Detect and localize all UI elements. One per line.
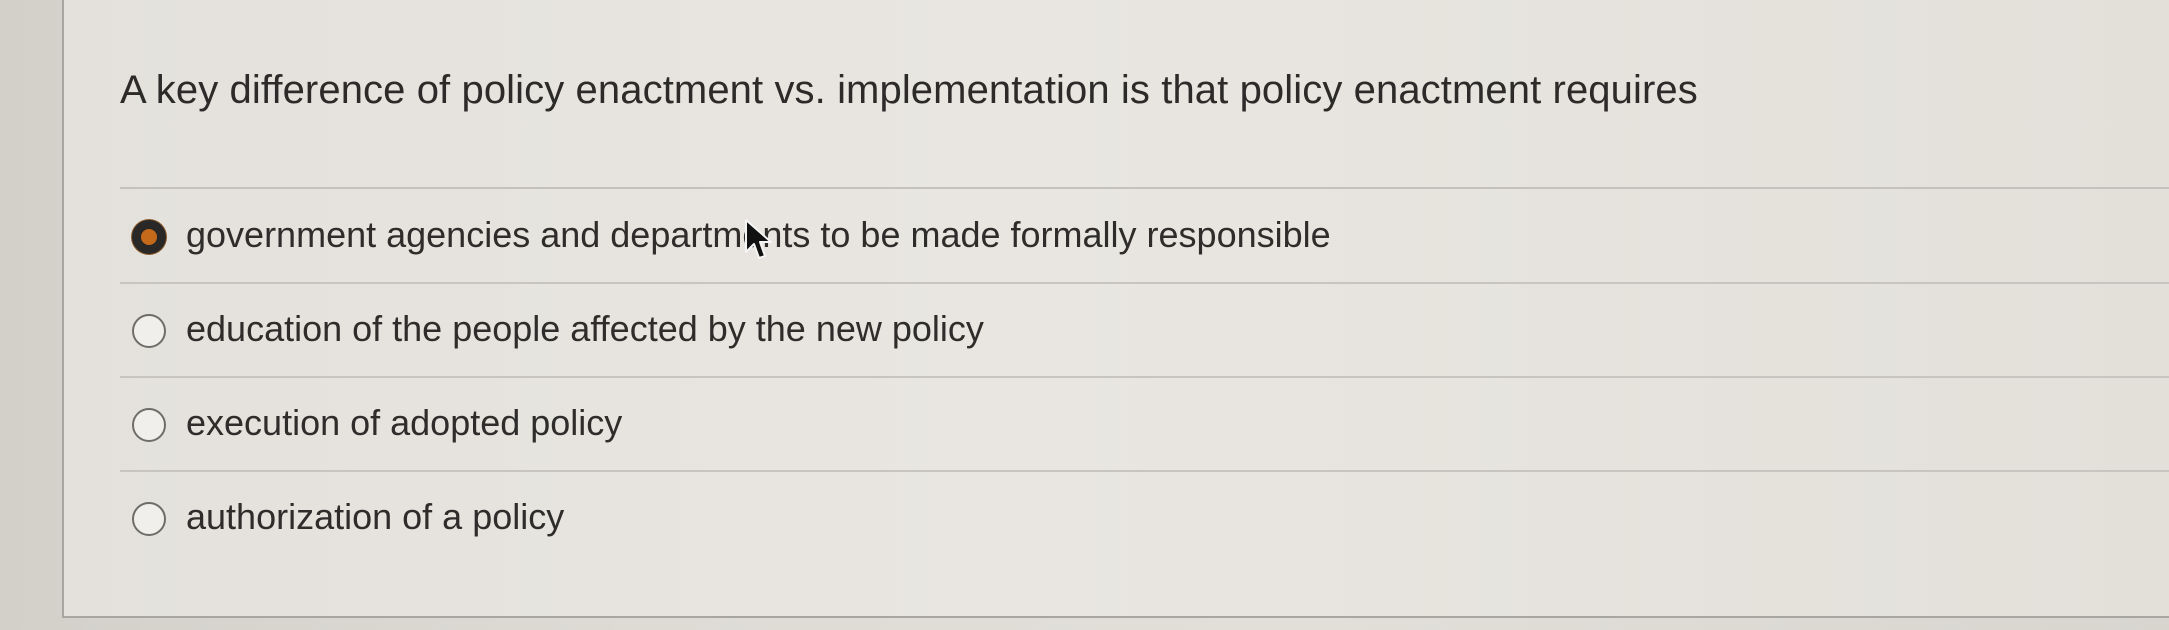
mouse-pointer-icon [745,219,772,259]
answer-label[interactable]: education of the people affected by the … [186,308,984,350]
radio-unselected-icon[interactable] [132,314,166,348]
radio-unselected-icon[interactable] [132,408,166,442]
question-panel: A key difference of policy enactment vs.… [62,0,2169,618]
answer-option[interactable]: education of the people affected by the … [120,284,2169,378]
answer-option[interactable]: government agencies and departments to b… [120,190,2169,284]
answer-option[interactable]: execution of adopted policy [120,378,2169,472]
answer-list: government agencies and departments to b… [120,190,2169,566]
radio-unselected-icon[interactable] [132,502,166,536]
question-text: A key difference of policy enactment vs.… [120,68,1698,112]
answer-label[interactable]: authorization of a policy [186,496,564,538]
question-divider [120,187,2169,189]
radio-selected-icon[interactable] [132,220,166,254]
answer-option[interactable]: authorization of a policy [120,472,2169,566]
answer-label[interactable]: execution of adopted policy [186,402,622,444]
